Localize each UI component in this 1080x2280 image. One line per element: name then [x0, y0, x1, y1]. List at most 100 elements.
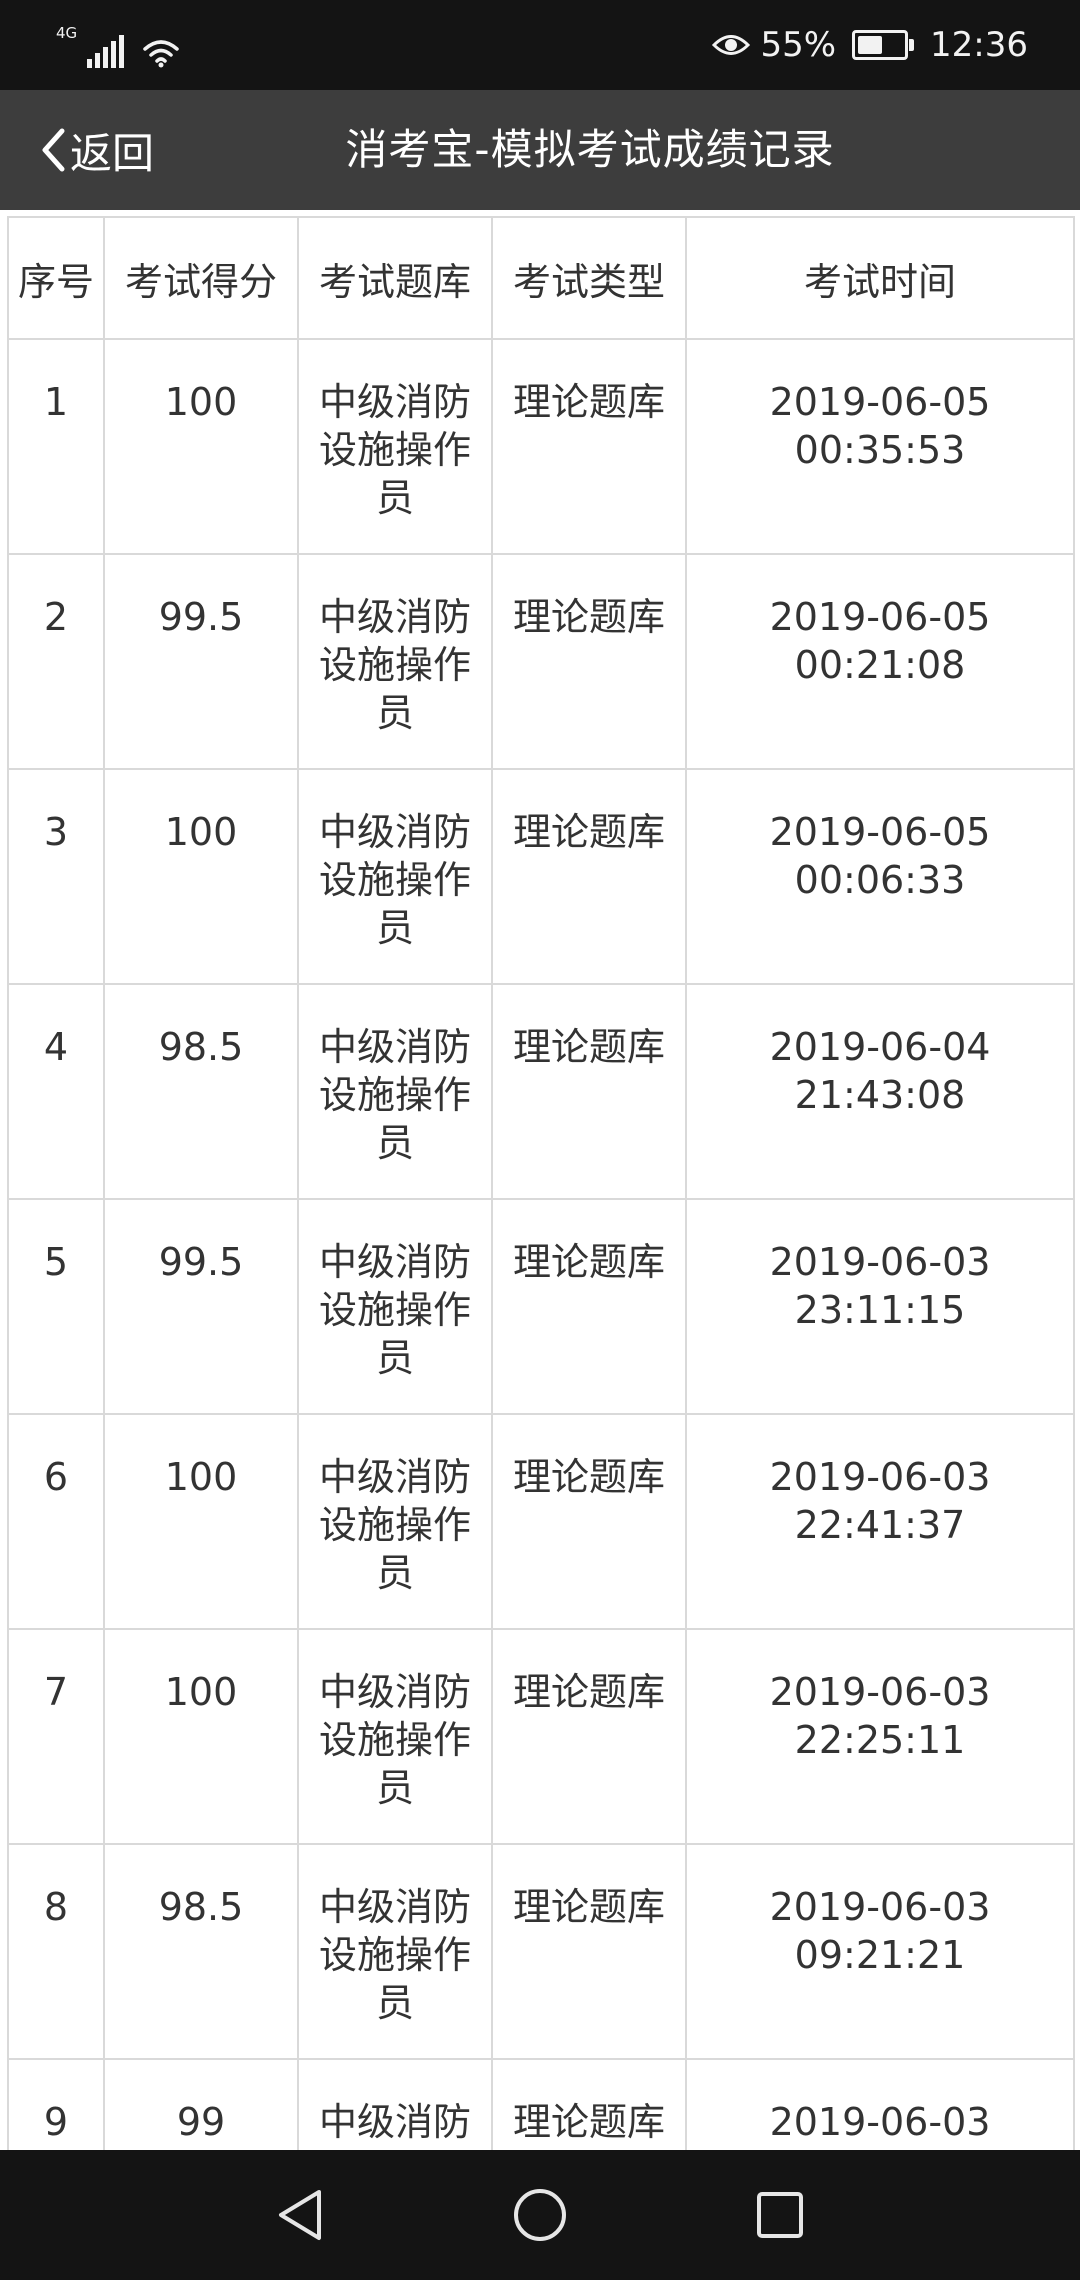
- cell-time: 22:41:37: [794, 1503, 966, 1547]
- cell-index: 3: [7, 768, 105, 985]
- back-button[interactable]: 返回: [40, 90, 154, 210]
- cell-type: 理论题库: [491, 2058, 687, 2150]
- cell-time: 00:06:33: [794, 858, 966, 902]
- signal-icon: [87, 34, 125, 68]
- cell-score: 100: [103, 1413, 299, 1630]
- cell-score: 99.5: [103, 553, 299, 770]
- cell-type: 理论题库: [491, 338, 687, 555]
- back-label: 返回: [70, 128, 155, 178]
- home-circle-icon: [514, 2189, 566, 2241]
- table-row[interactable]: 9 99 中级消防设施操作员 理论题库 2019-06-03: [7, 2058, 1075, 2150]
- cell-datetime: 2019-06-03 22:41:37: [685, 1413, 1075, 1630]
- table-row[interactable]: 2 99.5 中级消防设施操作员 理论题库 2019-06-05 00:21:08: [7, 553, 1075, 770]
- battery-fill: [858, 36, 883, 54]
- cell-time: 09:21:21: [794, 1933, 966, 1977]
- cell-time: 22:25:11: [794, 1718, 966, 1762]
- header-score: 考试得分: [103, 216, 299, 340]
- cell-time: 21:43:08: [794, 1073, 966, 1117]
- cell-date: 2019-06-05: [769, 380, 991, 424]
- cell-bank: 中级消防设施操作员: [297, 768, 493, 985]
- cell-score: 98.5: [103, 983, 299, 1200]
- records-table: 序号 考试得分 考试题库 考试类型 考试时间 1 100 中级消防设施操作员 理…: [7, 216, 1075, 2150]
- cell-index: 6: [7, 1413, 105, 1630]
- table-row[interactable]: 8 98.5 中级消防设施操作员 理论题库 2019-06-03 09:21:21: [7, 1843, 1075, 2060]
- table-row[interactable]: 4 98.5 中级消防设施操作员 理论题库 2019-06-04 21:43:08: [7, 983, 1075, 1200]
- cell-datetime: 2019-06-05 00:35:53: [685, 338, 1075, 555]
- cell-type: 理论题库: [491, 1843, 687, 2060]
- cell-score: 99.5: [103, 1198, 299, 1415]
- cell-bank: 中级消防设施操作员: [297, 1628, 493, 1845]
- table-row[interactable]: 3 100 中级消防设施操作员 理论题库 2019-06-05 00:06:33: [7, 768, 1075, 985]
- nav-home-button[interactable]: [480, 2150, 600, 2280]
- cell-bank: 中级消防设施操作员: [297, 553, 493, 770]
- wifi-icon: [143, 40, 179, 68]
- header-bank: 考试题库: [297, 216, 493, 340]
- page-title: 消考宝-模拟考试成绩记录: [345, 125, 835, 174]
- cell-index: 4: [7, 983, 105, 1200]
- nav-recents-button[interactable]: [720, 2150, 840, 2280]
- status-bar: 4G 55% 12:36: [0, 0, 1080, 90]
- title-bar: 返回 消考宝-模拟考试成绩记录: [0, 90, 1080, 210]
- nav-back-button[interactable]: [240, 2150, 360, 2280]
- cell-type: 理论题库: [491, 1628, 687, 1845]
- cell-date: 2019-06-05: [769, 810, 991, 854]
- cell-bank: 中级消防设施操作员: [297, 1198, 493, 1415]
- cell-index: 5: [7, 1198, 105, 1415]
- cell-date: 2019-06-03: [769, 1455, 991, 1499]
- cell-datetime: 2019-06-03 22:25:11: [685, 1628, 1075, 1845]
- cell-score: 100: [103, 768, 299, 985]
- cell-time: 00:35:53: [794, 428, 966, 472]
- cell-date: 2019-06-03: [769, 1670, 991, 1714]
- cell-index: 8: [7, 1843, 105, 2060]
- table-row[interactable]: 1 100 中级消防设施操作员 理论题库 2019-06-05 00:35:53: [7, 338, 1075, 555]
- cell-datetime: 2019-06-03 09:21:21: [685, 1843, 1075, 2060]
- network-type: 4G: [56, 24, 78, 42]
- cell-date: 2019-06-03: [769, 1240, 991, 1284]
- cell-datetime: 2019-06-05 00:21:08: [685, 553, 1075, 770]
- cell-datetime: 2019-06-04 21:43:08: [685, 983, 1075, 1200]
- status-time: 12:36: [930, 25, 1028, 65]
- cell-score: 100: [103, 1628, 299, 1845]
- table-header-row: 序号 考试得分 考试题库 考试类型 考试时间: [7, 216, 1075, 340]
- recents-square-icon: [757, 2192, 803, 2238]
- cell-datetime: 2019-06-03: [685, 2058, 1075, 2150]
- battery-icon: [852, 30, 915, 60]
- chevron-left-icon: [42, 128, 65, 172]
- header-index: 序号: [7, 216, 105, 340]
- cell-bank: 中级消防设施操作员: [297, 983, 493, 1200]
- header-time: 考试时间: [685, 216, 1075, 340]
- cell-date: 2019-06-05: [769, 595, 991, 639]
- cell-bank: 中级消防设施操作员: [297, 1413, 493, 1630]
- header-type: 考试类型: [491, 216, 687, 340]
- cell-datetime: 2019-06-05 00:06:33: [685, 768, 1075, 985]
- cell-score: 99: [103, 2058, 299, 2150]
- cell-index: 1: [7, 338, 105, 555]
- table-row[interactable]: 5 99.5 中级消防设施操作员 理论题库 2019-06-03 23:11:15: [7, 1198, 1075, 1415]
- cell-bank: 中级消防设施操作员: [297, 338, 493, 555]
- records-table-container[interactable]: 序号 考试得分 考试题库 考试类型 考试时间 1 100 中级消防设施操作员 理…: [0, 210, 1080, 2150]
- cell-bank: 中级消防设施操作员: [297, 1843, 493, 2060]
- cell-date: 2019-06-03: [769, 2100, 991, 2144]
- cell-index: 9: [7, 2058, 105, 2150]
- battery-percent: 55%: [760, 25, 837, 65]
- cell-date: 2019-06-03: [769, 1885, 991, 1929]
- table-row[interactable]: 7 100 中级消防设施操作员 理论题库 2019-06-03 22:25:11: [7, 1628, 1075, 1845]
- cell-score: 98.5: [103, 1843, 299, 2060]
- cell-bank: 中级消防设施操作员: [297, 2058, 493, 2150]
- table-row[interactable]: 6 100 中级消防设施操作员 理论题库 2019-06-03 22:41:37: [7, 1413, 1075, 1630]
- cell-index: 7: [7, 1628, 105, 1845]
- back-triangle-icon: [279, 2190, 321, 2240]
- cell-type: 理论题库: [491, 1413, 687, 1630]
- cell-time: 23:11:15: [794, 1288, 966, 1332]
- navigation-bar: [0, 2150, 1080, 2280]
- status-right: 55% 12:36: [712, 0, 1028, 90]
- cell-type: 理论题库: [491, 983, 687, 1200]
- cell-type: 理论题库: [491, 1198, 687, 1415]
- cell-index: 2: [7, 553, 105, 770]
- cell-time: 00:21:08: [794, 643, 966, 687]
- cell-datetime: 2019-06-03 23:11:15: [685, 1198, 1075, 1415]
- status-left: 4G: [56, 22, 180, 68]
- cell-type: 理论题库: [491, 768, 687, 985]
- cell-type: 理论题库: [491, 553, 687, 770]
- cell-score: 100: [103, 338, 299, 555]
